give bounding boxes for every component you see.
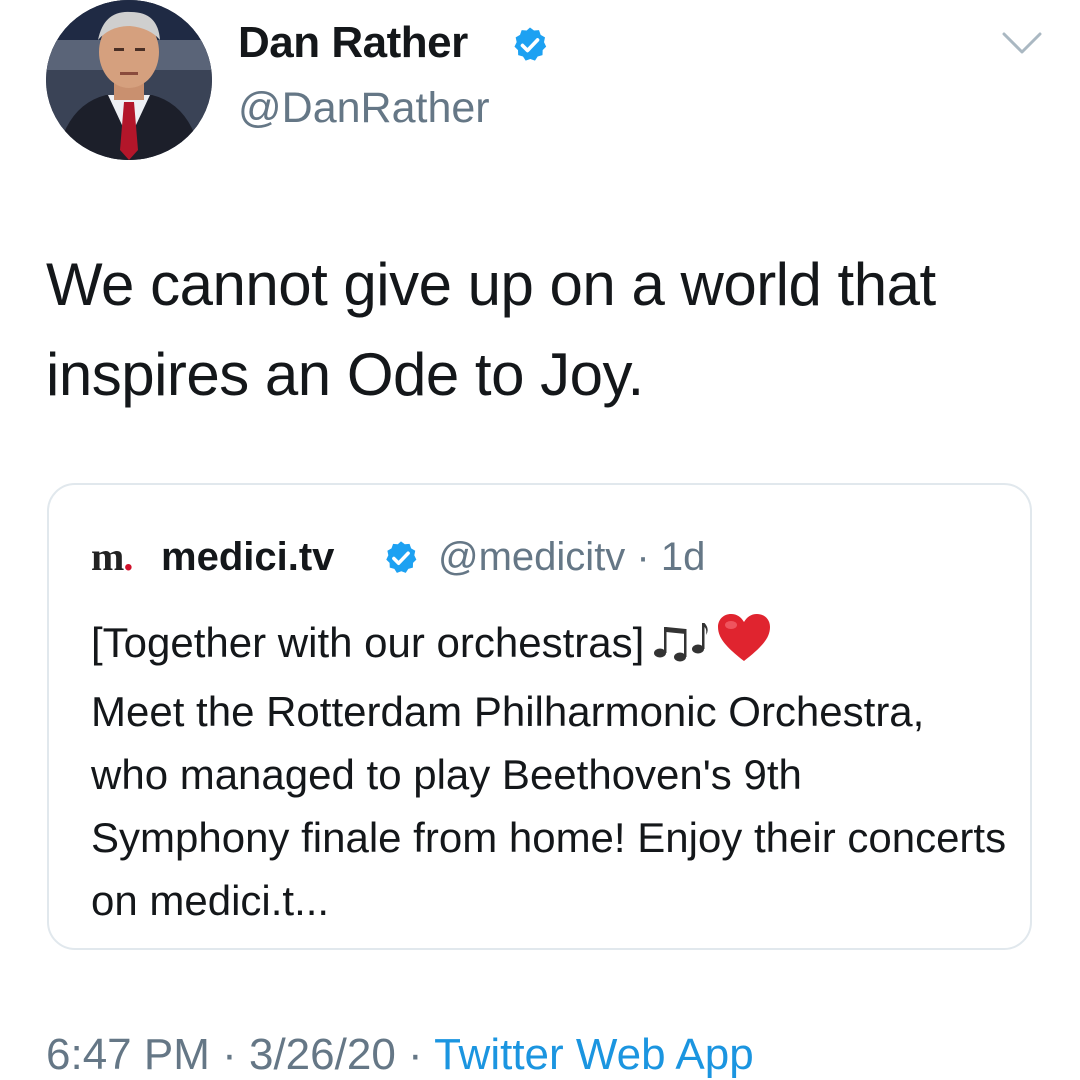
quoted-avatar-logo[interactable]: m. bbox=[91, 533, 133, 580]
quoted-time[interactable]: 1d bbox=[661, 535, 706, 579]
quoted-handle-time: @medicitv · 1d bbox=[438, 535, 705, 580]
quoted-display-name[interactable]: medici.tv bbox=[161, 535, 334, 580]
tweet-date[interactable]: 3/26/20 bbox=[249, 1030, 396, 1079]
separator: · bbox=[625, 535, 661, 579]
quoted-text-body: Meet the Rotterdam Philharmonic Orchestr… bbox=[91, 688, 1007, 924]
quoted-text-line1: [Together with our orchestras] bbox=[91, 619, 645, 666]
verified-badge-icon bbox=[386, 541, 417, 573]
quoted-tweet-card[interactable]: m. medici.tv @medicitv · 1d [Together wi… bbox=[47, 483, 1032, 950]
separator: · bbox=[395, 1030, 435, 1079]
author-handle[interactable]: @DanRather bbox=[238, 84, 490, 133]
musical-notes-icon bbox=[652, 617, 708, 680]
avatar[interactable] bbox=[46, 0, 212, 160]
tweet-detail: Dan Rather @DanRather We cannot give up … bbox=[0, 0, 1080, 1080]
tweet-source-link[interactable]: Twitter Web App bbox=[434, 1030, 754, 1079]
author-display-name[interactable]: Dan Rather bbox=[238, 18, 468, 68]
red-heart-icon bbox=[716, 613, 772, 680]
tweet-time[interactable]: 6:47 PM bbox=[46, 1030, 210, 1079]
verified-badge-icon bbox=[514, 27, 547, 61]
tweet-metadata: 6:47 PM · 3/26/20 · Twitter Web App bbox=[46, 1030, 754, 1080]
tweet-text: We cannot give up on a world that inspir… bbox=[46, 251, 936, 408]
quoted-tweet-text: [Together with our orchestras] Meet the … bbox=[91, 611, 1011, 932]
separator: · bbox=[209, 1030, 249, 1079]
quoted-handle[interactable]: @medicitv bbox=[438, 535, 625, 579]
logo-dot: . bbox=[123, 534, 133, 579]
chevron-down-icon[interactable] bbox=[1000, 28, 1044, 58]
logo-letter: m bbox=[91, 534, 124, 579]
